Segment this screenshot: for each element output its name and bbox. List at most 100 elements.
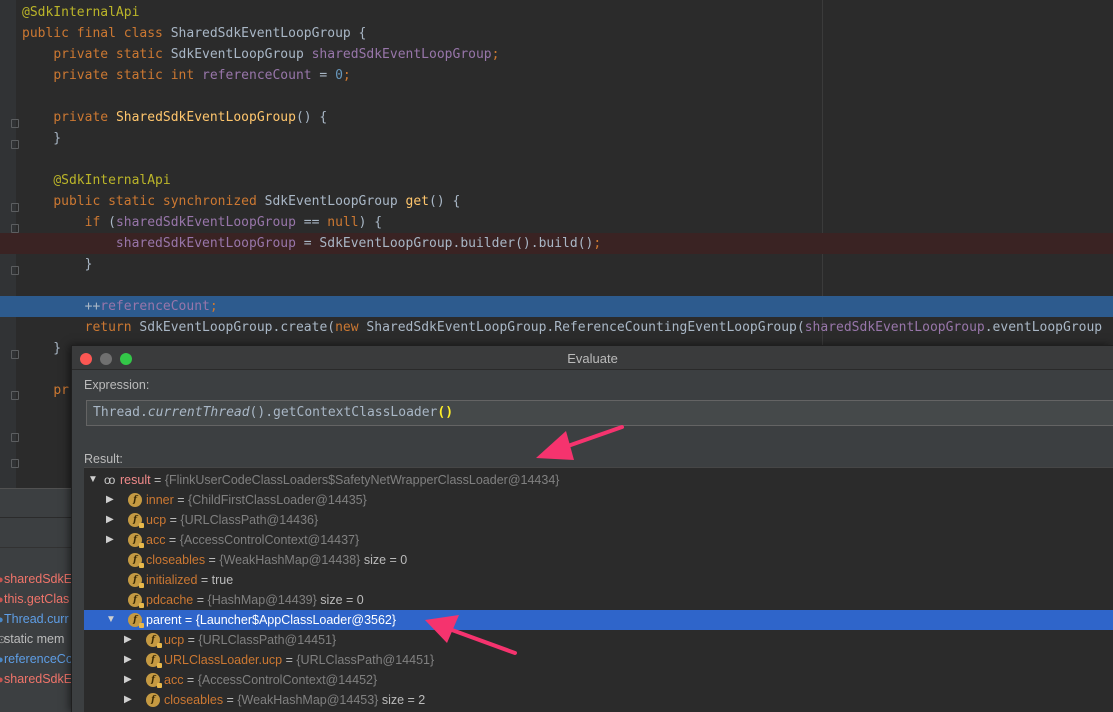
tree-row-text: inner = {ChildFirstClassLoader@14435} [146,490,367,510]
tree-row[interactable]: ▶ f ucp = {URLClassPath@14451} [84,630,1113,650]
fold-icon[interactable] [10,390,19,400]
code-line[interactable]: @SdkInternalApi [0,2,1113,23]
expand-arrow-icon[interactable]: ▶ [106,530,116,550]
equals-sign: = [173,493,189,507]
code-line[interactable] [0,86,1113,107]
tree-row[interactable]: ▶ f ucp = {URLClassPath@14436} [84,510,1113,530]
tree-row[interactable]: ▶ f acc = {AccessControlContext@14437} [84,530,1113,550]
expression-input[interactable]: Thread.currentThread().getContextClassLo… [86,400,1113,426]
code-line[interactable]: return SdkEventLoopGroup.create(new Shar… [0,317,1113,338]
fold-icon[interactable] [10,265,19,275]
result-label: Result: [84,452,123,466]
tree-row[interactable]: ▶ f URLClassLoader.ucp = {URLClassPath@144… [84,650,1113,670]
code-line[interactable] [0,275,1113,296]
field-icon: f [128,553,144,568]
debug-variables-panel: ●sharedSdkE ●this.getClas ●Thread.curr ⊙sta… [0,488,72,712]
code-token: public final class [22,26,171,41]
code-text: if (sharedSdkEventLoopGroup == null) { [22,212,382,233]
watch-label: Thread.curr [4,612,69,626]
tree-row-text: acc = {AccessControlContext@14437} [146,530,359,550]
code-token: private [53,110,116,125]
equals-sign: = [197,573,212,587]
tree-row[interactable]: ▶ f acc = {AccessControlContext@14452} [84,670,1113,690]
expand-arrow-icon[interactable]: ▶ [124,690,134,710]
breakpoint-line[interactable]: sharedSdkEventLoopGroup = SdkEventLoopGr… [0,233,1113,254]
watch-item[interactable]: ●sharedSdkE [0,669,72,689]
expression-text: ().getContextClassLoader [249,405,438,420]
equals-sign: = [205,553,220,567]
code-token: null [327,215,359,230]
field-icon: f [128,513,144,528]
fold-icon[interactable] [10,202,19,212]
variable-value: {URLClassPath@14451} [198,633,337,647]
tree-row[interactable]: f initialized = true [84,570,1113,590]
code-token: SdkEventLoopGroup [264,194,406,209]
tree-row[interactable]: ▼ oo result = {FlinkUserCodeClassLoaders$S… [84,470,1113,490]
code-line[interactable]: if (sharedSdkEventLoopGroup == null) { [0,212,1113,233]
dialog-titlebar[interactable]: Evaluate [72,346,1113,370]
code-token: = [311,68,336,83]
fold-icon[interactable] [10,118,19,128]
result-tree[interactable]: ▼ oo result = {FlinkUserCodeClassLoaders$S… [84,467,1113,712]
expand-arrow-icon[interactable]: ▶ [124,650,134,670]
watch-item[interactable]: ●sharedSdkE [0,569,72,589]
code-text: @SdkInternalApi [22,2,139,23]
watch-item[interactable]: ⊙static mem [0,629,72,649]
watch-label: sharedSdkE [4,572,72,586]
fold-icon[interactable] [10,458,19,468]
field-icon: f [128,573,144,588]
watch-item[interactable]: ●this.getClas [0,589,72,609]
code-line[interactable] [0,149,1113,170]
equals-sign: = [282,653,297,667]
execution-line[interactable]: ++referenceCount; [0,296,1113,317]
collapse-arrow-icon[interactable]: ▼ [88,470,98,490]
fold-icon[interactable] [10,432,19,442]
code-token: () { [429,194,461,209]
code-line[interactable]: private static SdkEventLoopGroup sharedS… [0,44,1113,65]
code-token: ) { [358,215,383,230]
code-token: 0 [335,68,343,83]
variable-value: {WeakHashMap@14453} [237,693,379,707]
code-line[interactable]: private static int referenceCount = 0; [0,65,1113,86]
fold-icon[interactable] [10,139,19,149]
code-line[interactable]: } [0,254,1113,275]
fold-icon[interactable] [10,349,19,359]
code-text: ++referenceCount; [22,296,218,317]
expand-arrow-icon[interactable]: ▶ [124,670,134,690]
expand-arrow-icon[interactable]: ▶ [106,510,116,530]
tree-row[interactable]: f pdcache = {HashMap@14439} size = 0 [84,590,1113,610]
code-token: SdkEventLoopGroup [170,47,312,62]
code-token: } [22,131,62,146]
code-token: @SdkInternalApi [53,173,171,188]
code-token: ; [593,236,602,251]
tree-row[interactable]: ▶ f closeables = {WeakHashMap@14453} size … [84,690,1113,710]
code-token: SdkEventLoopGroup. [139,320,281,335]
expression-method: currentThread [147,405,250,420]
watch-label: this.getClas [4,592,70,606]
variable-name: acc [146,533,166,547]
code-line[interactable]: } [0,128,1113,149]
collapse-arrow-icon[interactable]: ▼ [106,610,116,630]
watch-item[interactable]: ●Thread.curr [0,609,72,629]
code-line[interactable]: public final class SharedSdkEventLoopGro… [0,23,1113,44]
tree-row[interactable]: ▶ f inner = {ChildFirstClassLoader@14435} [84,490,1113,510]
code-line[interactable]: private SharedSdkEventLoopGroup() { [0,107,1113,128]
expression-parens: () [437,405,454,420]
variable-name: result [120,473,151,487]
tree-row[interactable]: f closeables = {WeakHashMap@14438} size =… [84,550,1113,570]
fold-icon[interactable] [10,223,19,233]
tree-row-text: ucp = {URLClassPath@14451} [164,630,336,650]
expand-arrow-icon[interactable]: ▶ [124,630,134,650]
watch-item[interactable]: ●referenceCo [0,649,72,669]
tree-row[interactable]: ▼ f parent = {Launcher$AppClassLoader@3562… [84,610,1113,630]
tree-row-text: pdcache = {HashMap@14439} size = 0 [146,590,364,610]
code-token: sharedSdkEventLoopGroup [804,320,985,335]
code-token: referenceCount [202,68,312,83]
variable-value: {URLClassPath@14451} [296,653,435,667]
code-line[interactable]: public static synchronized SdkEventLoopG… [0,191,1113,212]
code-line[interactable]: @SdkInternalApi [0,170,1113,191]
expand-arrow-icon[interactable]: ▶ [106,490,116,510]
